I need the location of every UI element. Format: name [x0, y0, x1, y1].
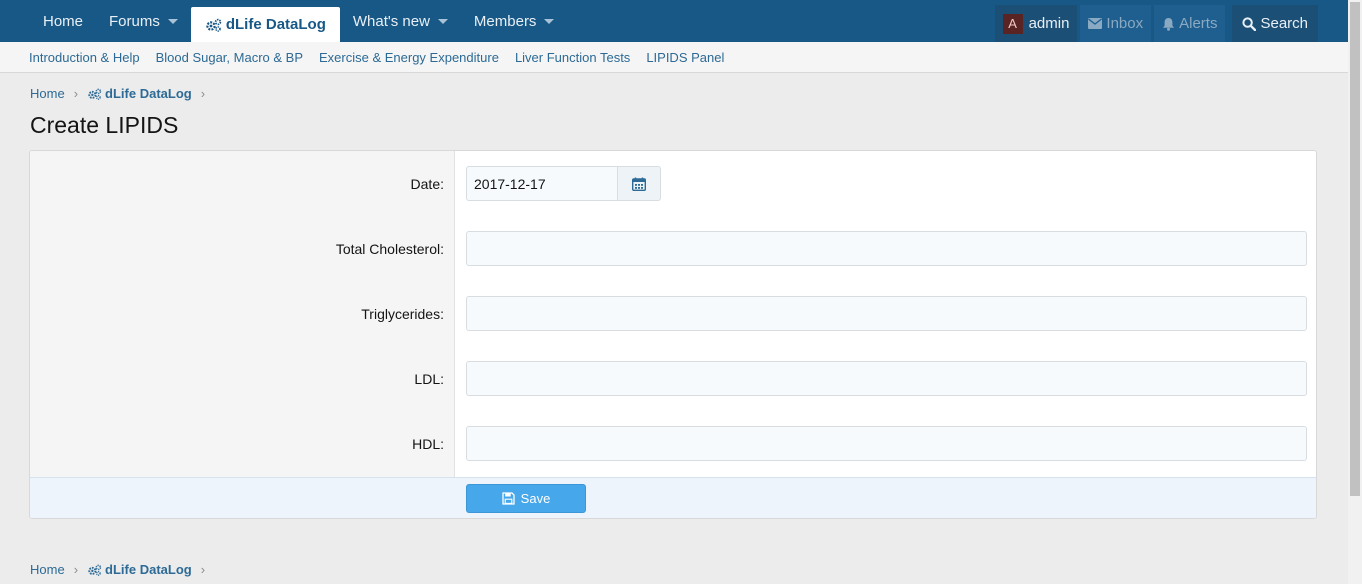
- subnav-introduction-help[interactable]: Introduction & Help: [21, 50, 148, 65]
- save-label: Save: [520, 491, 551, 506]
- cogs-icon: [88, 88, 102, 100]
- date-input[interactable]: [466, 166, 617, 201]
- search-button[interactable]: Search: [1232, 5, 1318, 42]
- user-menu[interactable]: A admin: [994, 5, 1078, 42]
- breadcrumb-dlife-datalog[interactable]: dLife DataLog: [105, 562, 192, 577]
- subnav-exercise-energy[interactable]: Exercise & Energy Expenditure: [311, 50, 507, 65]
- ldl-label: LDL:: [414, 371, 444, 387]
- top-navigation: Home Forums dLife DataLog What's new Mem…: [0, 0, 1348, 42]
- date-picker: [466, 166, 661, 201]
- chevron-right-icon: ›: [73, 86, 79, 101]
- nav-tab-dlife-datalog[interactable]: dLife DataLog: [190, 7, 340, 42]
- nav-tab-forums-label: Forums: [109, 12, 160, 30]
- breadcrumb: Home › dLife DataLog ›: [30, 86, 214, 101]
- page-scrollbar[interactable]: [1348, 0, 1362, 584]
- ldl-input[interactable]: [466, 361, 1307, 396]
- triglycerides-label: Triglycerides:: [361, 306, 444, 322]
- calendar-button[interactable]: [617, 166, 661, 201]
- total-cholesterol-input[interactable]: [466, 231, 1307, 266]
- nav-tab-whats-new[interactable]: What's new: [340, 0, 461, 42]
- chevron-down-icon[interactable]: [544, 18, 555, 24]
- breadcrumb-dlife-datalog[interactable]: dLife DataLog: [105, 86, 192, 101]
- nav-tab-members[interactable]: Members: [461, 0, 568, 42]
- subnav-liver-function-tests[interactable]: Liver Function Tests: [507, 50, 638, 65]
- subnav-blood-sugar-macro-bp[interactable]: Blood Sugar, Macro & BP: [148, 50, 311, 65]
- avatar: A: [1002, 13, 1023, 34]
- form-footer: Save: [30, 477, 1316, 518]
- total-cholesterol-label: Total Cholesterol:: [335, 241, 444, 257]
- inbox-label: Inbox: [1106, 15, 1144, 32]
- scrollbar-thumb[interactable]: [1350, 2, 1360, 496]
- chevron-right-icon: ›: [200, 86, 206, 101]
- triglycerides-input[interactable]: [466, 296, 1307, 331]
- username: admin: [1028, 15, 1070, 32]
- nav-tab-dlife-datalog-label: dLife DataLog: [225, 16, 326, 33]
- breadcrumb-bottom: Home › dLife DataLog ›: [30, 562, 214, 577]
- save-icon: [502, 492, 515, 505]
- subnav-lipids-panel[interactable]: LIPIDS Panel: [638, 50, 732, 65]
- hdl-input[interactable]: [466, 426, 1307, 461]
- envelope-icon: [1088, 18, 1103, 29]
- search-icon: [1242, 16, 1257, 31]
- sub-navigation: Introduction & Help Blood Sugar, Macro &…: [0, 42, 1348, 73]
- bell-icon: [1163, 17, 1175, 31]
- create-lipids-form: Date: Total Cholesterol: Triglycerides: …: [29, 150, 1317, 519]
- chevron-right-icon: ›: [73, 562, 79, 577]
- inbox-link[interactable]: Inbox: [1080, 5, 1152, 42]
- alerts-label: Alerts: [1179, 15, 1218, 32]
- cogs-icon: [206, 18, 222, 32]
- chevron-right-icon: ›: [200, 562, 206, 577]
- alerts-link[interactable]: Alerts: [1154, 5, 1226, 42]
- chevron-down-icon[interactable]: [437, 18, 448, 24]
- user-navigation: A admin Inbox Alerts Search: [994, 5, 1318, 42]
- nav-tab-whats-new-label: What's new: [352, 12, 430, 30]
- save-button[interactable]: Save: [466, 484, 586, 513]
- date-label: Date:: [410, 176, 444, 192]
- chevron-down-icon[interactable]: [167, 18, 178, 24]
- hdl-label: HDL:: [412, 436, 444, 452]
- cogs-icon: [88, 564, 102, 576]
- page-title: Create LIPIDS: [30, 112, 179, 138]
- nav-tab-home[interactable]: Home: [30, 0, 96, 42]
- nav-tab-members-label: Members: [473, 12, 537, 30]
- breadcrumb-home[interactable]: Home: [30, 562, 65, 577]
- nav-tab-home-label: Home: [43, 12, 84, 30]
- search-label: Search: [1260, 15, 1308, 32]
- nav-tabs: Home Forums dLife DataLog What's new Mem…: [30, 0, 567, 42]
- calendar-icon: [632, 177, 646, 191]
- breadcrumb-home[interactable]: Home: [30, 86, 65, 101]
- nav-tab-forums[interactable]: Forums: [96, 0, 191, 42]
